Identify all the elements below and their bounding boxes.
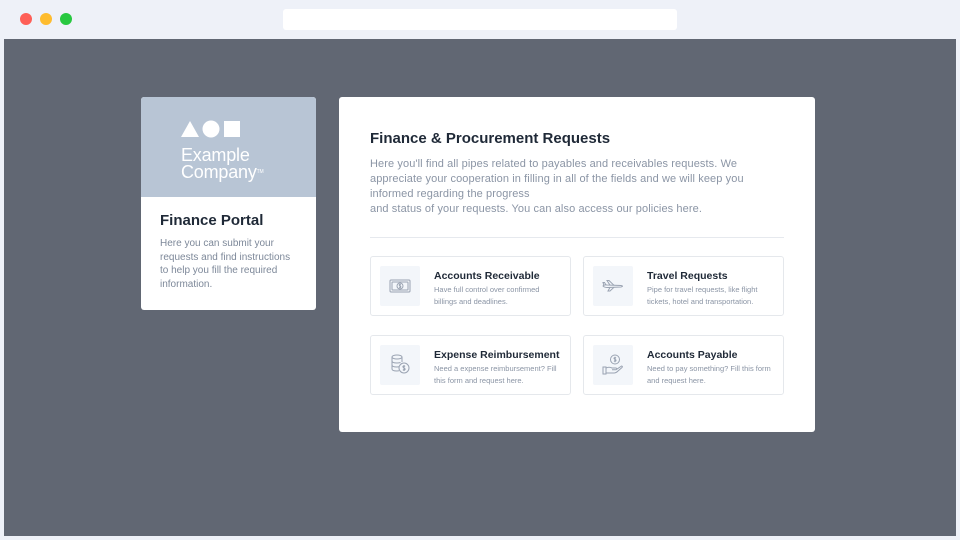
logo-line-2: Company [181,162,257,182]
hand-dollar-icon [602,354,623,375]
address-bar[interactable] [283,9,677,30]
tile-title: Accounts Payable [647,349,738,361]
section-divider [370,237,784,238]
portal-description: Here you can submit your requests and fi… [160,238,291,290]
close-window-button[interactable] [20,13,32,25]
maximize-window-button[interactable] [60,13,72,25]
company-banner: Example CompanyTM [141,97,316,197]
company-logo-icon [181,120,240,138]
airplane-icon [602,280,623,292]
dollar-bill-icon [389,279,411,293]
tile-description: Need to pay something? Fill this form an… [647,364,771,385]
company-logo-text: Example CompanyTM [181,146,264,182]
tile-description: Need a expense reimbursement? Fill this … [434,364,557,385]
browser-titlebar [0,0,960,39]
requests-card: Finance & Procurement Requests Here you'… [339,97,815,432]
portal-title: Finance Portal [160,212,264,229]
tile-title: Accounts Receivable [434,270,540,282]
description-paragraph-1: Here you'll find all pipes related to pa… [370,158,744,200]
finance-portal-card: Example CompanyTM Finance Portal Here yo… [141,97,316,310]
page-description: Here you'll find all pipes related to pa… [370,157,790,217]
tile-accounts-payable[interactable]: Accounts Payable Need to pay something? … [583,335,784,395]
tile-accounts-receivable[interactable]: Accounts Receivable Have full control ov… [370,256,571,316]
tile-description: Have full control over confirmed billing… [434,285,540,306]
tile-title: Expense Reimbursement [434,349,560,361]
logo-trademark: TM [256,169,264,175]
coins-icon [391,354,410,374]
tile-expense-reimbursement[interactable]: Expense Reimbursement Need a expense rei… [370,335,571,395]
browser-window: Example CompanyTM Finance Portal Here yo… [0,0,960,540]
tile-title: Travel Requests [647,270,728,282]
tile-travel-requests[interactable]: Travel Requests Pipe for travel requests… [583,256,784,316]
page-title: Finance & Procurement Requests [370,130,611,147]
description-paragraph-2: and status of your requests. You can als… [370,203,703,215]
tile-description: Pipe for travel requests, like flight ti… [647,285,758,306]
minimize-window-button[interactable] [40,13,52,25]
